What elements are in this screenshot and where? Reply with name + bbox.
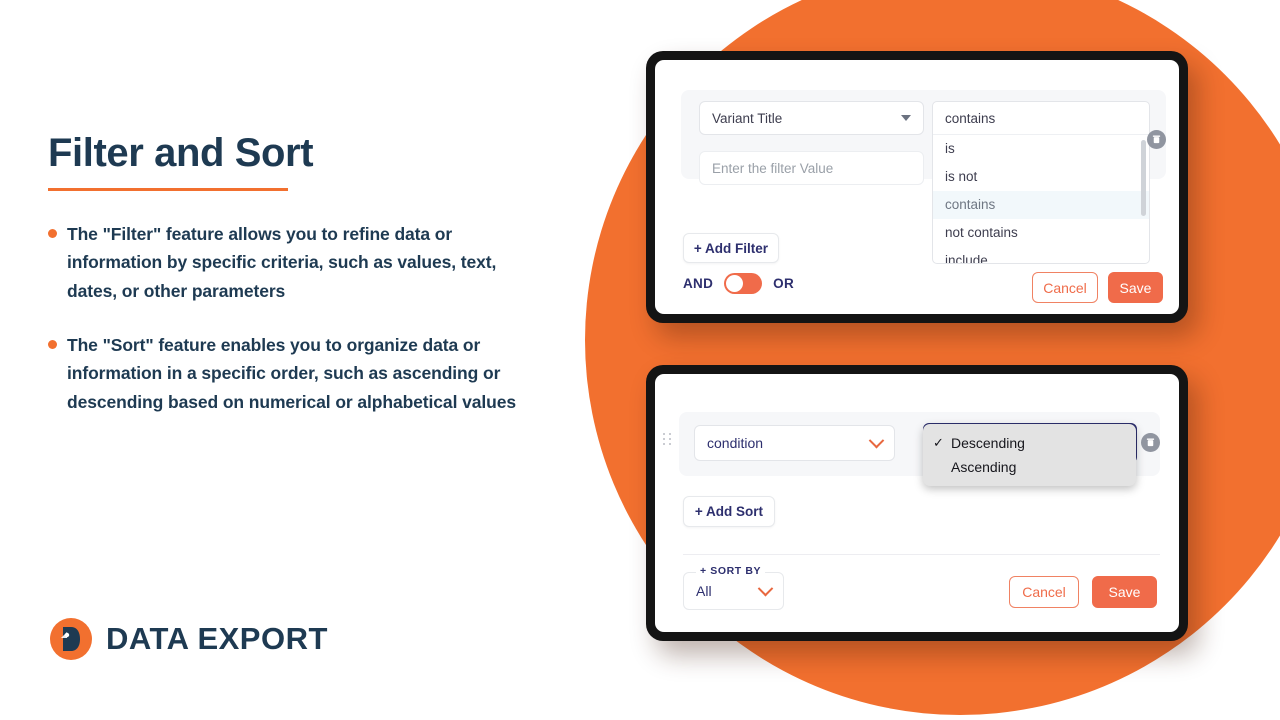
check-icon: ✓ [933, 435, 944, 450]
add-filter-button-label: + Add Filter [693, 240, 769, 256]
sort-direction-option-popup[interactable]: ✓ Descending Ascending [923, 424, 1136, 486]
sort-direction-option-ascending[interactable]: Ascending [923, 455, 1136, 479]
chevron-down-icon [868, 432, 885, 448]
filter-value-input[interactable]: Enter the filter Value [699, 151, 924, 185]
sort-dialog: condition ✓ Descending Ascending + Add S… [655, 374, 1179, 632]
bullet-dot-icon [48, 229, 57, 238]
page-title: Filter and Sort [48, 131, 314, 175]
sort-by-select-body: All [684, 573, 783, 609]
sort-direction-option-descending-label: Descending [951, 435, 1025, 451]
sort-condition-select[interactable]: condition [694, 425, 895, 461]
list-item: The "Filter" feature allows you to refin… [48, 220, 548, 305]
bullet-list: The "Filter" feature allows you to refin… [48, 220, 548, 442]
add-sort-button-label: + Add Sort [694, 504, 764, 519]
sort-dialog-device-frame: condition ✓ Descending Ascending + Add S… [646, 365, 1188, 641]
filter-cancel-button[interactable]: Cancel [1032, 272, 1098, 303]
filter-save-button[interactable]: Save [1108, 272, 1163, 303]
left-content-panel: Filter and Sort The "Filter" feature all… [0, 0, 585, 720]
sort-cancel-button[interactable]: Cancel [1009, 576, 1079, 608]
section-divider [683, 554, 1160, 555]
d-monogram-glyph [61, 627, 80, 651]
logic-operator-toggle[interactable] [724, 273, 763, 294]
trash-icon [1152, 135, 1161, 144]
filter-operator-option-include[interactable]: include [933, 247, 1149, 263]
sort-direction-option-ascending-label: Ascending [951, 459, 1017, 475]
title-underline-rule [48, 188, 288, 191]
sort-direction-option-descending[interactable]: ✓ Descending [923, 431, 1136, 455]
list-item: The "Sort" feature enables you to organi… [48, 331, 548, 416]
filter-field-select[interactable]: Variant Title [699, 101, 924, 135]
filter-dialog: Variant Title Enter the filter Value con… [655, 60, 1179, 314]
filter-save-button-label: Save [1119, 279, 1152, 296]
logic-operator-toggle-group: AND OR [683, 273, 794, 294]
filter-operator-option-is-not[interactable]: is not [933, 163, 1149, 191]
sort-by-select-value: All [696, 583, 712, 599]
filter-operator-option-is[interactable]: is [933, 135, 1149, 163]
slide-canvas: Filter and Sort The "Filter" feature all… [0, 0, 1280, 720]
d-monogram-icon [50, 618, 92, 660]
brand-logo: DATA EXPORT [50, 618, 328, 660]
bullet-text: The "Sort" feature enables you to organi… [67, 335, 516, 412]
sort-condition-select-value: condition [707, 435, 764, 451]
filter-row-delete-button[interactable] [1147, 130, 1166, 149]
drag-handle-icon[interactable] [663, 433, 671, 446]
filter-operator-list-scrollbar[interactable] [1141, 140, 1146, 216]
filter-field-select-value: Variant Title [712, 110, 783, 126]
sort-save-button-label: Save [1108, 584, 1141, 600]
filter-operator-option-not-contains[interactable]: not contains [933, 219, 1149, 247]
add-filter-button[interactable]: + Add Filter [683, 233, 779, 263]
filter-operator-option-list: is is not contains not contains include [933, 135, 1149, 263]
filter-dialog-device-frame: Variant Title Enter the filter Value con… [646, 51, 1188, 323]
logo-wordmark: DATA EXPORT [106, 621, 328, 656]
sort-by-select[interactable]: + SORT BY All [683, 565, 784, 610]
sort-row-delete-button[interactable] [1141, 433, 1160, 452]
filter-operator-option-contains[interactable]: contains [933, 191, 1149, 219]
toggle-knob [726, 275, 744, 292]
filter-cancel-button-label: Cancel [1043, 279, 1087, 296]
add-sort-button[interactable]: + Add Sort [683, 496, 775, 527]
bullet-dot-icon [48, 340, 57, 350]
sort-save-button[interactable]: Save [1092, 576, 1157, 608]
logic-label-and: AND [683, 276, 714, 291]
trash-icon [1146, 438, 1155, 447]
caret-down-icon [901, 115, 911, 121]
sort-cancel-button-label: Cancel [1022, 584, 1066, 600]
filter-operator-selected-value[interactable]: contains [933, 102, 1149, 135]
bullet-text: The "Filter" feature allows you to refin… [67, 224, 497, 301]
filter-value-input-placeholder: Enter the filter Value [712, 160, 834, 176]
filter-operator-combobox[interactable]: contains is is not contains not contains… [932, 101, 1150, 264]
chevron-down-icon [757, 580, 774, 596]
logic-label-or: OR [773, 276, 795, 291]
